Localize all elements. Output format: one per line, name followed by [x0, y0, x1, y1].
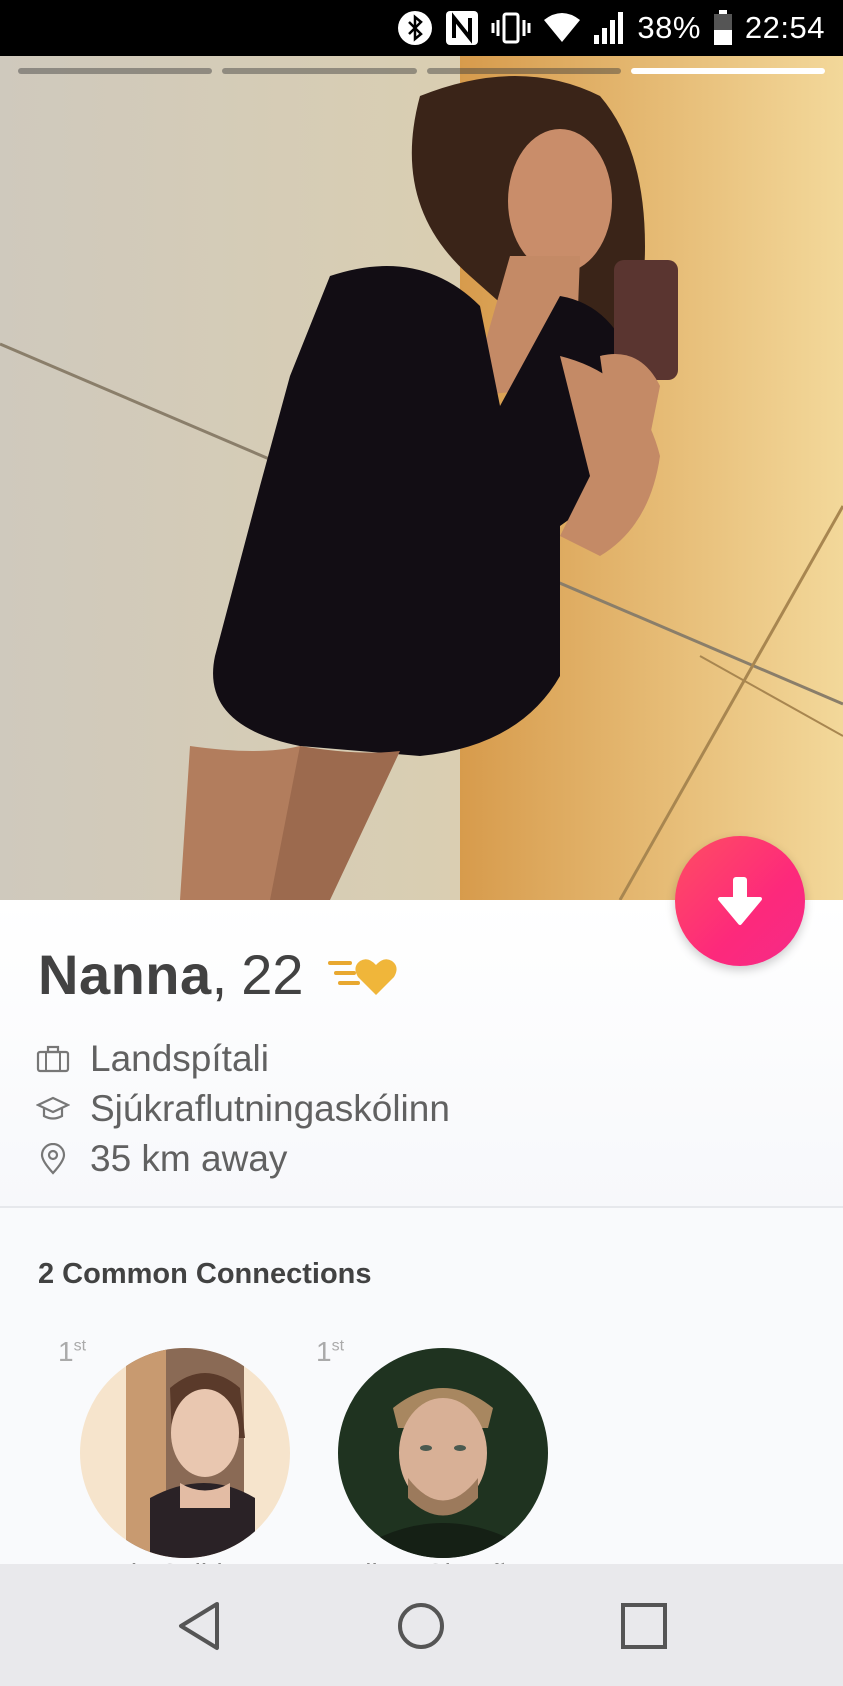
connection-degree: 1st [58, 1336, 87, 1367]
home-icon [398, 1603, 444, 1649]
vibrate-icon [491, 12, 531, 44]
photo-progress [18, 68, 825, 74]
profile-name: Nanna [38, 943, 212, 1006]
graduation-cap-icon [36, 1092, 70, 1126]
progress-segment-active [630, 68, 825, 74]
progress-segment [18, 68, 213, 74]
briefcase-icon [36, 1042, 70, 1076]
recents-icon [621, 1603, 667, 1649]
battery-icon [713, 10, 732, 45]
job-row: Landspítali [36, 1038, 269, 1080]
distance-row: 35 km away [36, 1138, 287, 1180]
back-icon [179, 1602, 219, 1650]
arrow-down-icon [718, 877, 762, 925]
photo-scene [0, 56, 843, 900]
job-text: Landspítali [90, 1038, 269, 1079]
status-bar: 38% 22:54 [0, 0, 843, 56]
clock: 22:54 [744, 10, 825, 45]
signal-icon [594, 12, 624, 44]
battery-percent: 38% [637, 10, 701, 45]
progress-segment [426, 68, 621, 74]
nfc-icon [446, 11, 479, 45]
progress-segment [222, 68, 417, 74]
name-separator: , [211, 943, 228, 1006]
school-row: Sjúkraflutningaskólinn [36, 1088, 450, 1130]
common-connections: 2 Common Connections 1st Erla Solbjorg 1… [0, 1208, 843, 1589]
connection-degree: 1st [316, 1336, 345, 1367]
school-text: Sjúkraflutningaskólinn [90, 1088, 450, 1129]
superlike-heart-icon [327, 958, 397, 995]
profile-age: 22 [241, 943, 304, 1006]
recents-button[interactable] [612, 1594, 676, 1658]
wifi-icon [544, 13, 581, 42]
name-row: Nanna , 22 [38, 942, 400, 1007]
location-pin-icon [36, 1142, 70, 1176]
navigation-bar [0, 1564, 843, 1686]
collapse-profile-button[interactable] [675, 836, 805, 966]
back-button[interactable] [167, 1594, 231, 1658]
home-button[interactable] [389, 1594, 453, 1658]
connection-avatar[interactable] [338, 1348, 548, 1558]
profile-photo[interactable] [0, 56, 843, 900]
connection-avatar[interactable] [80, 1348, 290, 1558]
connections-title: 2 Common Connections [38, 1258, 372, 1290]
bluetooth-icon [398, 11, 433, 45]
distance-text: 35 km away [90, 1138, 288, 1179]
